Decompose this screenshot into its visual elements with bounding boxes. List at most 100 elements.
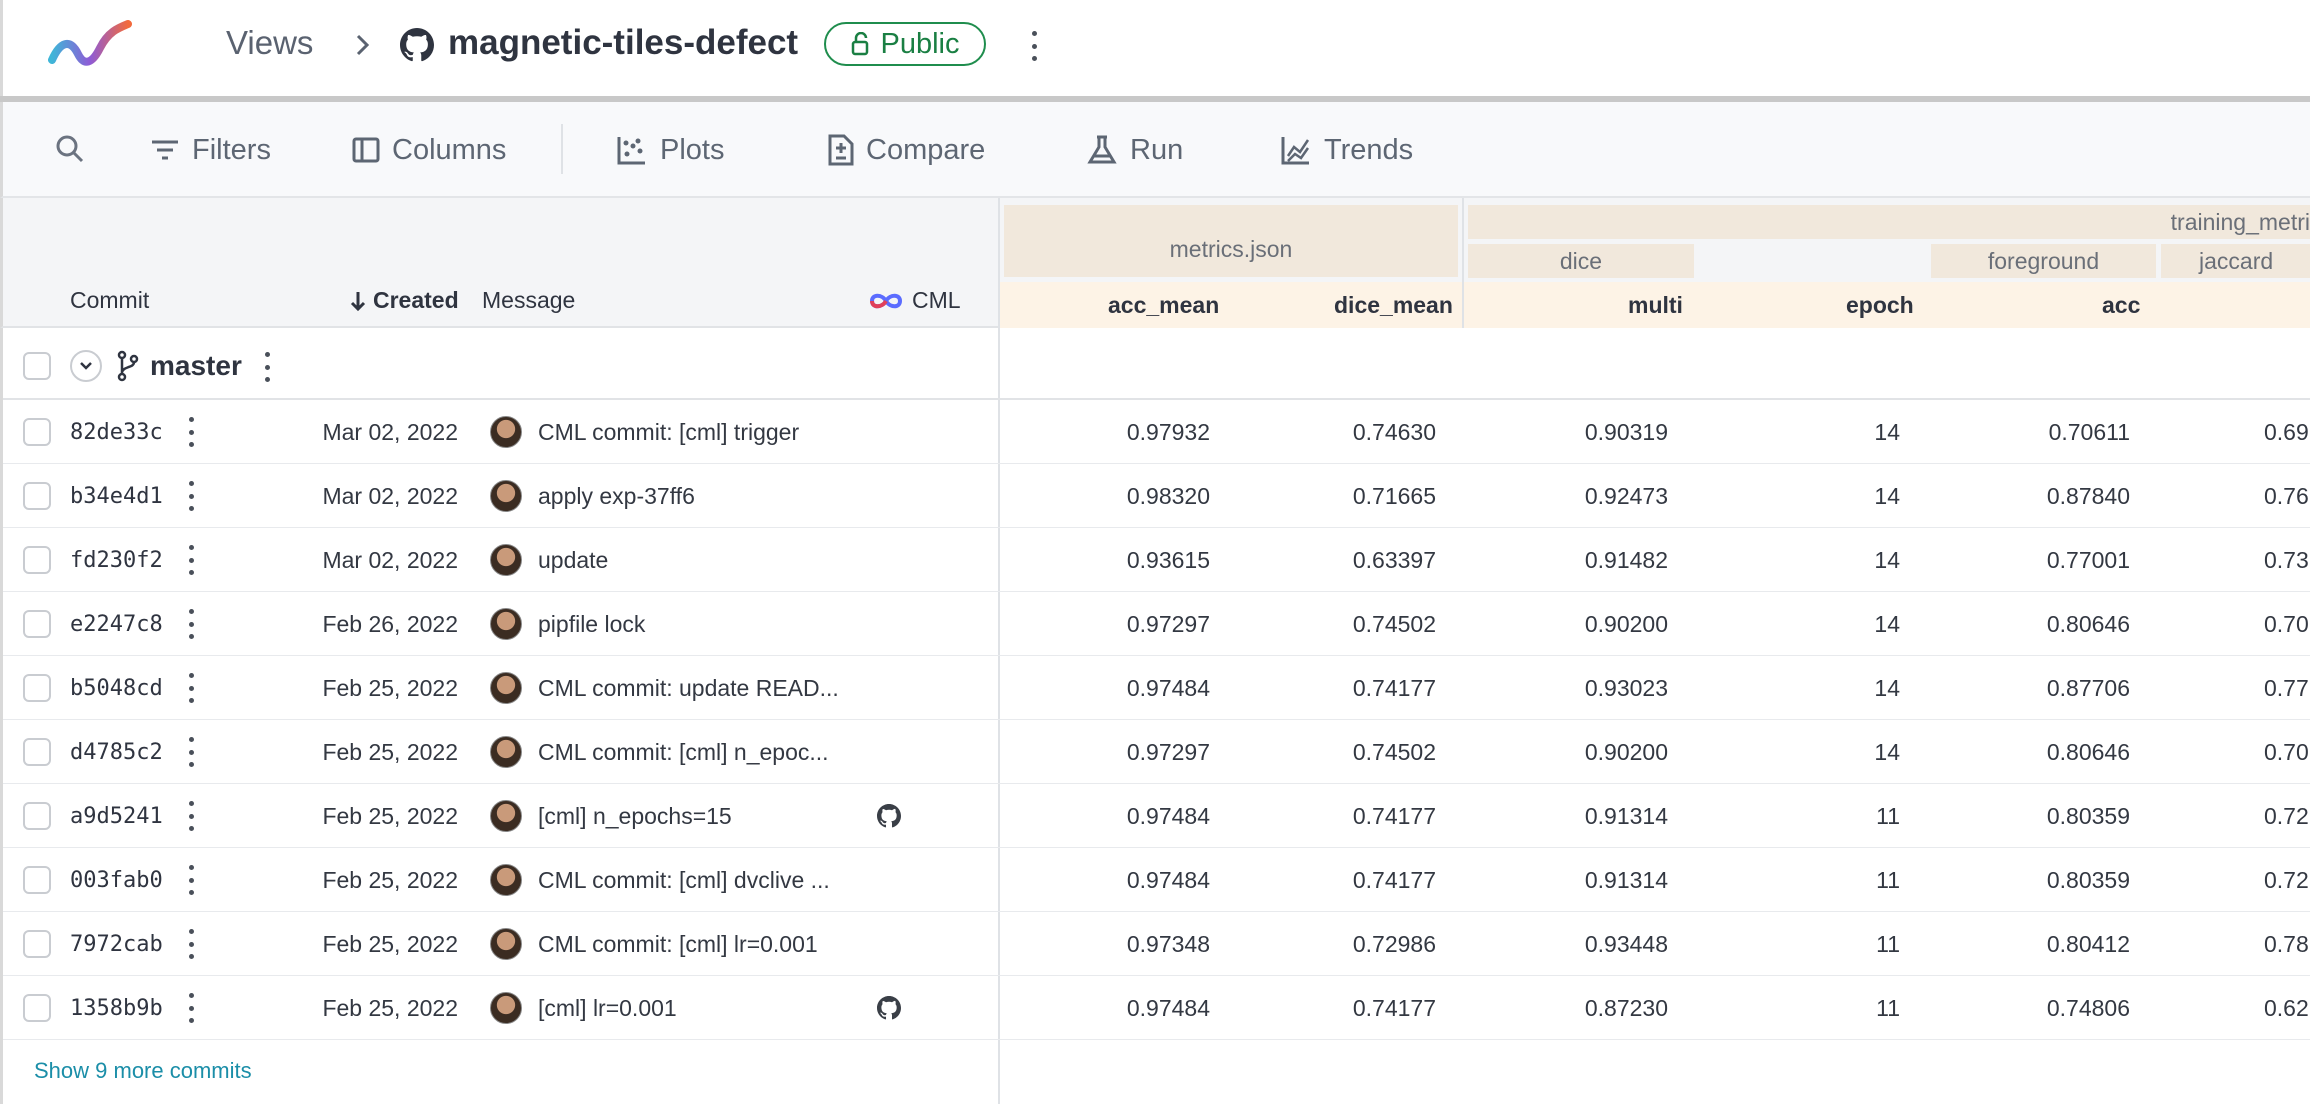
commit-hash[interactable]: 1358b9b [70,976,163,1040]
row-menu-icon[interactable] [188,417,194,447]
acc-value: 0.80359 [2046,802,2130,829]
commit-hash[interactable]: e2247c8 [70,592,163,656]
dice-mean-value: 0.74177 [1352,994,1436,1021]
acc-value: 0.74806 [2046,994,2130,1021]
col-acc-mean-header[interactable]: acc_mean [1108,282,1219,328]
commit-hash[interactable]: fd230f2 [70,528,163,592]
col-commit-header[interactable]: Commit [70,287,149,314]
acc-value: 0.77001 [2046,546,2130,573]
show-more-commits-link[interactable]: Show 9 more commits [34,1058,252,1084]
collapse-toggle-icon[interactable] [70,350,102,382]
acc-value: 0.70611 [2048,418,2130,445]
commit-message[interactable]: CML commit: [cml] dvclive ... [538,848,830,912]
col-message-header[interactable]: Message [482,287,575,314]
commit-message[interactable]: CML commit: [cml] lr=0.001 [538,912,818,976]
row-menu-icon[interactable] [188,865,194,895]
row-menu-icon[interactable] [188,481,194,511]
commit-hash[interactable]: d4785c2 [70,720,163,784]
epoch-value: 11 [1876,866,1900,893]
multi-value: 0.91314 [1584,802,1668,829]
row-checkbox[interactable] [23,738,51,766]
row-checkbox[interactable] [23,866,51,894]
commit-message[interactable]: CML commit: [cml] trigger [538,400,799,464]
search-icon[interactable] [54,133,86,170]
commit-hash[interactable]: 7972cab [70,912,163,976]
commit-hash[interactable]: b34e4d1 [70,464,163,528]
created-date: Feb 25, 2022 [322,930,458,957]
row-menu-icon[interactable] [188,993,194,1023]
repo-name[interactable]: magnetic-tiles-defect [448,23,798,63]
created-date: Mar 02, 2022 [322,418,458,445]
col-multi-header[interactable]: multi [1628,282,1683,328]
row-menu-icon[interactable] [188,609,194,639]
commit-hash[interactable]: a9d5241 [70,784,163,848]
branch-name[interactable]: master [150,350,242,382]
row-checkbox[interactable] [23,930,51,958]
author-avatar [490,800,522,832]
dvc-studio-logo[interactable] [48,20,132,74]
col-cml-header[interactable]: CML [912,287,961,314]
col-acc-header[interactable]: acc [2102,282,2140,328]
columns-button[interactable]: Columns [352,102,506,198]
row-menu-icon[interactable] [188,673,194,703]
commit-hash[interactable]: b5048cd [70,656,163,720]
commit-message[interactable]: [cml] n_epochs=15 [538,784,732,848]
sort-down-icon[interactable] [350,290,366,317]
col-epoch-header[interactable]: epoch [1846,282,1914,328]
visibility-badge[interactable]: Public [824,22,986,66]
commit-hash[interactable]: 003fab0 [70,848,163,912]
col-dice-mean-header[interactable]: dice_mean [1334,282,1453,328]
run-button[interactable]: Run [1086,102,1183,198]
branch-row [3,334,2310,400]
group-metrics-json: metrics.json [1004,205,1458,277]
jaccard-value-truncated: 0.69 [2264,418,2309,445]
row-checkbox[interactable] [23,418,51,446]
branch-checkbox[interactable] [23,352,51,380]
row-checkbox[interactable] [23,994,51,1022]
row-menu-icon[interactable] [188,545,194,575]
multi-value: 0.90200 [1584,610,1668,637]
github-icon[interactable] [877,996,901,1025]
row-checkbox[interactable] [23,610,51,638]
commit-message[interactable]: [cml] lr=0.001 [538,976,677,1040]
col-created-header[interactable]: Created [373,287,459,314]
acc-mean-value: 0.97297 [1126,738,1210,765]
commit-message[interactable]: pipfile lock [538,592,645,656]
row-checkbox[interactable] [23,482,51,510]
jaccard-value-truncated: 0.73 [2264,546,2309,573]
repo-menu-icon[interactable] [1031,31,1037,61]
columns-label: Columns [392,133,507,166]
row-menu-icon[interactable] [188,737,194,767]
jaccard-value-truncated: 0.72 [2264,802,2309,829]
commit-message[interactable]: update [538,528,608,592]
row-checkbox[interactable] [23,674,51,702]
filters-button[interactable]: Filters [150,102,271,198]
git-branch-icon [116,350,140,387]
commit-message[interactable]: CML commit: update READ... [538,656,839,720]
chevron-right-icon [354,30,372,65]
compare-label: Compare [866,133,986,166]
dice-mean-value: 0.71665 [1352,482,1436,509]
compare-icon [828,134,854,166]
subgroup-jaccard-label: jaccard [2199,247,2274,274]
row-checkbox[interactable] [23,546,51,574]
acc-value: 0.80646 [2046,738,2130,765]
row-menu-icon[interactable] [188,929,194,959]
acc-mean-value: 0.97484 [1126,802,1210,829]
commit-hash[interactable]: 82de33c [70,400,163,464]
row-checkbox[interactable] [23,802,51,830]
compare-button[interactable]: Compare [826,102,985,198]
branch-menu-icon[interactable] [264,352,270,382]
flask-icon [1087,135,1117,164]
row-menu-icon[interactable] [188,801,194,831]
trends-button[interactable]: Trends [1280,102,1413,198]
multi-value: 0.92473 [1584,482,1668,509]
acc-mean-value: 0.97484 [1126,674,1210,701]
breadcrumb-views[interactable]: Views [226,24,313,62]
commit-message[interactable]: CML commit: [cml] n_epoc... [538,720,829,784]
github-icon[interactable] [877,804,901,833]
epoch-value: 14 [1874,738,1900,765]
commit-message[interactable]: apply exp-37ff6 [538,464,695,528]
plots-button[interactable]: Plots [616,102,724,198]
columns-icon [352,137,380,163]
